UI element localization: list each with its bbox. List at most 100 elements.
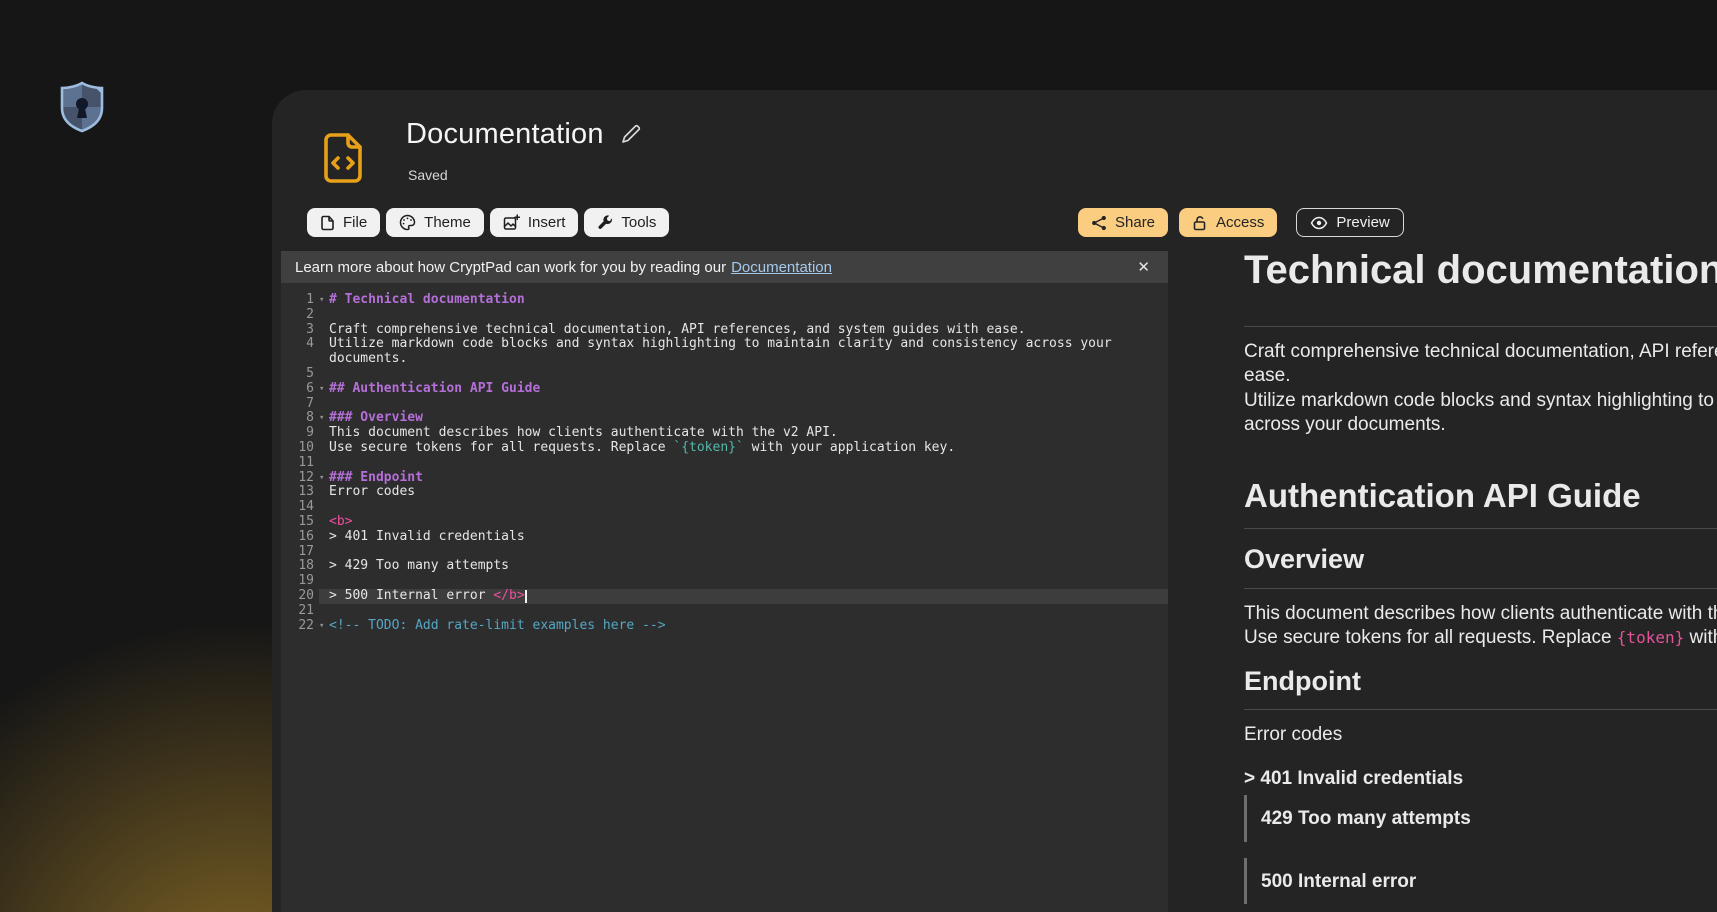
file-icon (320, 215, 335, 231)
editor-line[interactable]: 19 (281, 574, 1168, 589)
line-number: 16 (281, 530, 319, 545)
line-number: 15 (281, 515, 319, 530)
toolbar-left: File Theme Insert Tools (307, 208, 669, 237)
editor-line[interactable]: 15<b> (281, 515, 1168, 530)
code-document-icon (322, 132, 364, 184)
line-number: 1 (281, 293, 319, 308)
share-nodes-icon (1091, 215, 1107, 231)
line-content (319, 397, 1168, 412)
line-number: 13 (281, 485, 319, 500)
line-content: This document describes how clients auth… (319, 426, 1168, 441)
line-number: 3 (281, 323, 319, 338)
fold-arrow-icon[interactable]: ▾ (319, 472, 329, 485)
editor-line[interactable]: 14 (281, 500, 1168, 515)
preview-heading: Endpoint (1244, 667, 1717, 711)
theme-button[interactable]: Theme (386, 208, 484, 237)
editor-line[interactable]: 11 (281, 456, 1168, 471)
editor-line[interactable]: 1▾# Technical documentation (281, 293, 1168, 308)
insert-image-icon (503, 214, 520, 231)
editor-line[interactable]: 6▾## Authentication API Guide (281, 382, 1168, 397)
line-content: ▾# Technical documentation (319, 293, 1168, 308)
line-number: 4 (281, 337, 319, 367)
fold-arrow-icon[interactable]: ▾ (319, 412, 329, 425)
preview-heading: Technical documentation (1244, 248, 1717, 327)
preview-button[interactable]: Preview (1296, 208, 1403, 237)
editor-lines: 1▾# Technical documentation23Craft compr… (281, 293, 1168, 633)
fold-arrow-icon[interactable]: ▾ (319, 294, 329, 307)
preview-paragraph: This document describes how clients auth… (1244, 602, 1717, 651)
line-number: 22 (281, 619, 319, 634)
close-icon[interactable]: ✕ (1133, 258, 1154, 276)
editor-line[interactable]: 5 (281, 367, 1168, 382)
editor-line[interactable]: 9This document describes how clients aut… (281, 426, 1168, 441)
editor-line[interactable]: 22▾<!-- TODO: Add rate-limit examples he… (281, 619, 1168, 634)
toolbar-right: Share Access Preview (1078, 208, 1404, 237)
editor-line[interactable]: 10Use secure tokens for all requests. Re… (281, 441, 1168, 456)
line-content (319, 574, 1168, 589)
line-content: <b> (319, 515, 1168, 530)
line-content (319, 500, 1168, 515)
line-content (319, 456, 1168, 471)
line-content: ▾<!-- TODO: Add rate-limit examples here… (319, 619, 1168, 634)
line-content (319, 604, 1168, 619)
preview-blockquote: 500 Internal error (1244, 858, 1717, 905)
editor-line[interactable]: 7 (281, 397, 1168, 412)
access-button[interactable]: Access (1179, 208, 1277, 237)
editor-line[interactable]: 4Utilize markdown code blocks and syntax… (281, 337, 1168, 367)
line-number: 7 (281, 397, 319, 412)
eye-icon (1310, 215, 1328, 231)
editor-line[interactable]: 16> 401 Invalid credentials (281, 530, 1168, 545)
line-content: ▾## Authentication API Guide (319, 382, 1168, 397)
editor-line[interactable]: 8▾### Overview (281, 411, 1168, 426)
line-content: Utilize markdown code blocks and syntax … (319, 337, 1168, 367)
wrench-icon (597, 215, 613, 231)
editor-line[interactable]: 3Craft comprehensive technical documenta… (281, 323, 1168, 338)
line-number: 12 (281, 471, 319, 486)
line-number: 18 (281, 559, 319, 574)
line-number: 14 (281, 500, 319, 515)
editor-line[interactable]: 13Error codes (281, 485, 1168, 500)
insert-button[interactable]: Insert (490, 208, 579, 237)
editor-line[interactable]: 17 (281, 545, 1168, 560)
line-number: 6 (281, 382, 319, 397)
line-content: ▾### Overview (319, 411, 1168, 426)
preview-paragraph: Craft comprehensive technical documentat… (1244, 340, 1717, 438)
edit-pencil-icon[interactable] (620, 124, 641, 145)
text-cursor (525, 590, 527, 603)
cryptpad-shield-icon[interactable] (58, 80, 106, 134)
app-window: Documentation Saved File Theme (272, 90, 1717, 912)
line-content: ▾### Endpoint (319, 471, 1168, 486)
fold-arrow-icon[interactable]: ▾ (319, 383, 329, 396)
editor-line[interactable]: 12▾### Endpoint (281, 471, 1168, 486)
preview-paragraph: Error codes (1244, 723, 1717, 748)
save-status: Saved (408, 167, 448, 183)
preview-heading: Authentication API Guide (1244, 478, 1717, 529)
editor-line[interactable]: 20> 500 Internal error </b> (281, 589, 1168, 604)
line-content: > 429 Too many attempts (319, 559, 1168, 574)
tools-button[interactable]: Tools (584, 208, 669, 237)
share-button[interactable]: Share (1078, 208, 1168, 237)
editor-line[interactable]: 2 (281, 308, 1168, 323)
line-number: 10 (281, 441, 319, 456)
editor-line[interactable]: 21 (281, 604, 1168, 619)
unlock-icon (1192, 215, 1208, 231)
line-content: Error codes (319, 485, 1168, 500)
line-content: Use secure tokens for all requests. Repl… (319, 441, 1168, 456)
line-number: 20 (281, 589, 319, 604)
code-editor[interactable]: 1▾# Technical documentation23Craft compr… (281, 283, 1168, 912)
preview-heading: Overview (1244, 545, 1717, 589)
palette-icon (399, 214, 416, 231)
line-content: > 401 Invalid credentials (319, 530, 1168, 545)
line-number: 9 (281, 426, 319, 441)
fold-arrow-icon[interactable]: ▾ (319, 620, 329, 633)
line-content (319, 545, 1168, 560)
editor-line[interactable]: 18> 429 Too many attempts (281, 559, 1168, 574)
page-title: Documentation (406, 118, 604, 151)
preview-blockquote: 429 Too many attempts (1244, 795, 1717, 842)
line-content (319, 308, 1168, 323)
banner-text: Learn more about how CryptPad can work f… (295, 259, 726, 276)
line-number: 19 (281, 574, 319, 589)
documentation-link[interactable]: Documentation (731, 259, 832, 276)
file-button[interactable]: File (307, 208, 380, 237)
line-number: 5 (281, 367, 319, 382)
